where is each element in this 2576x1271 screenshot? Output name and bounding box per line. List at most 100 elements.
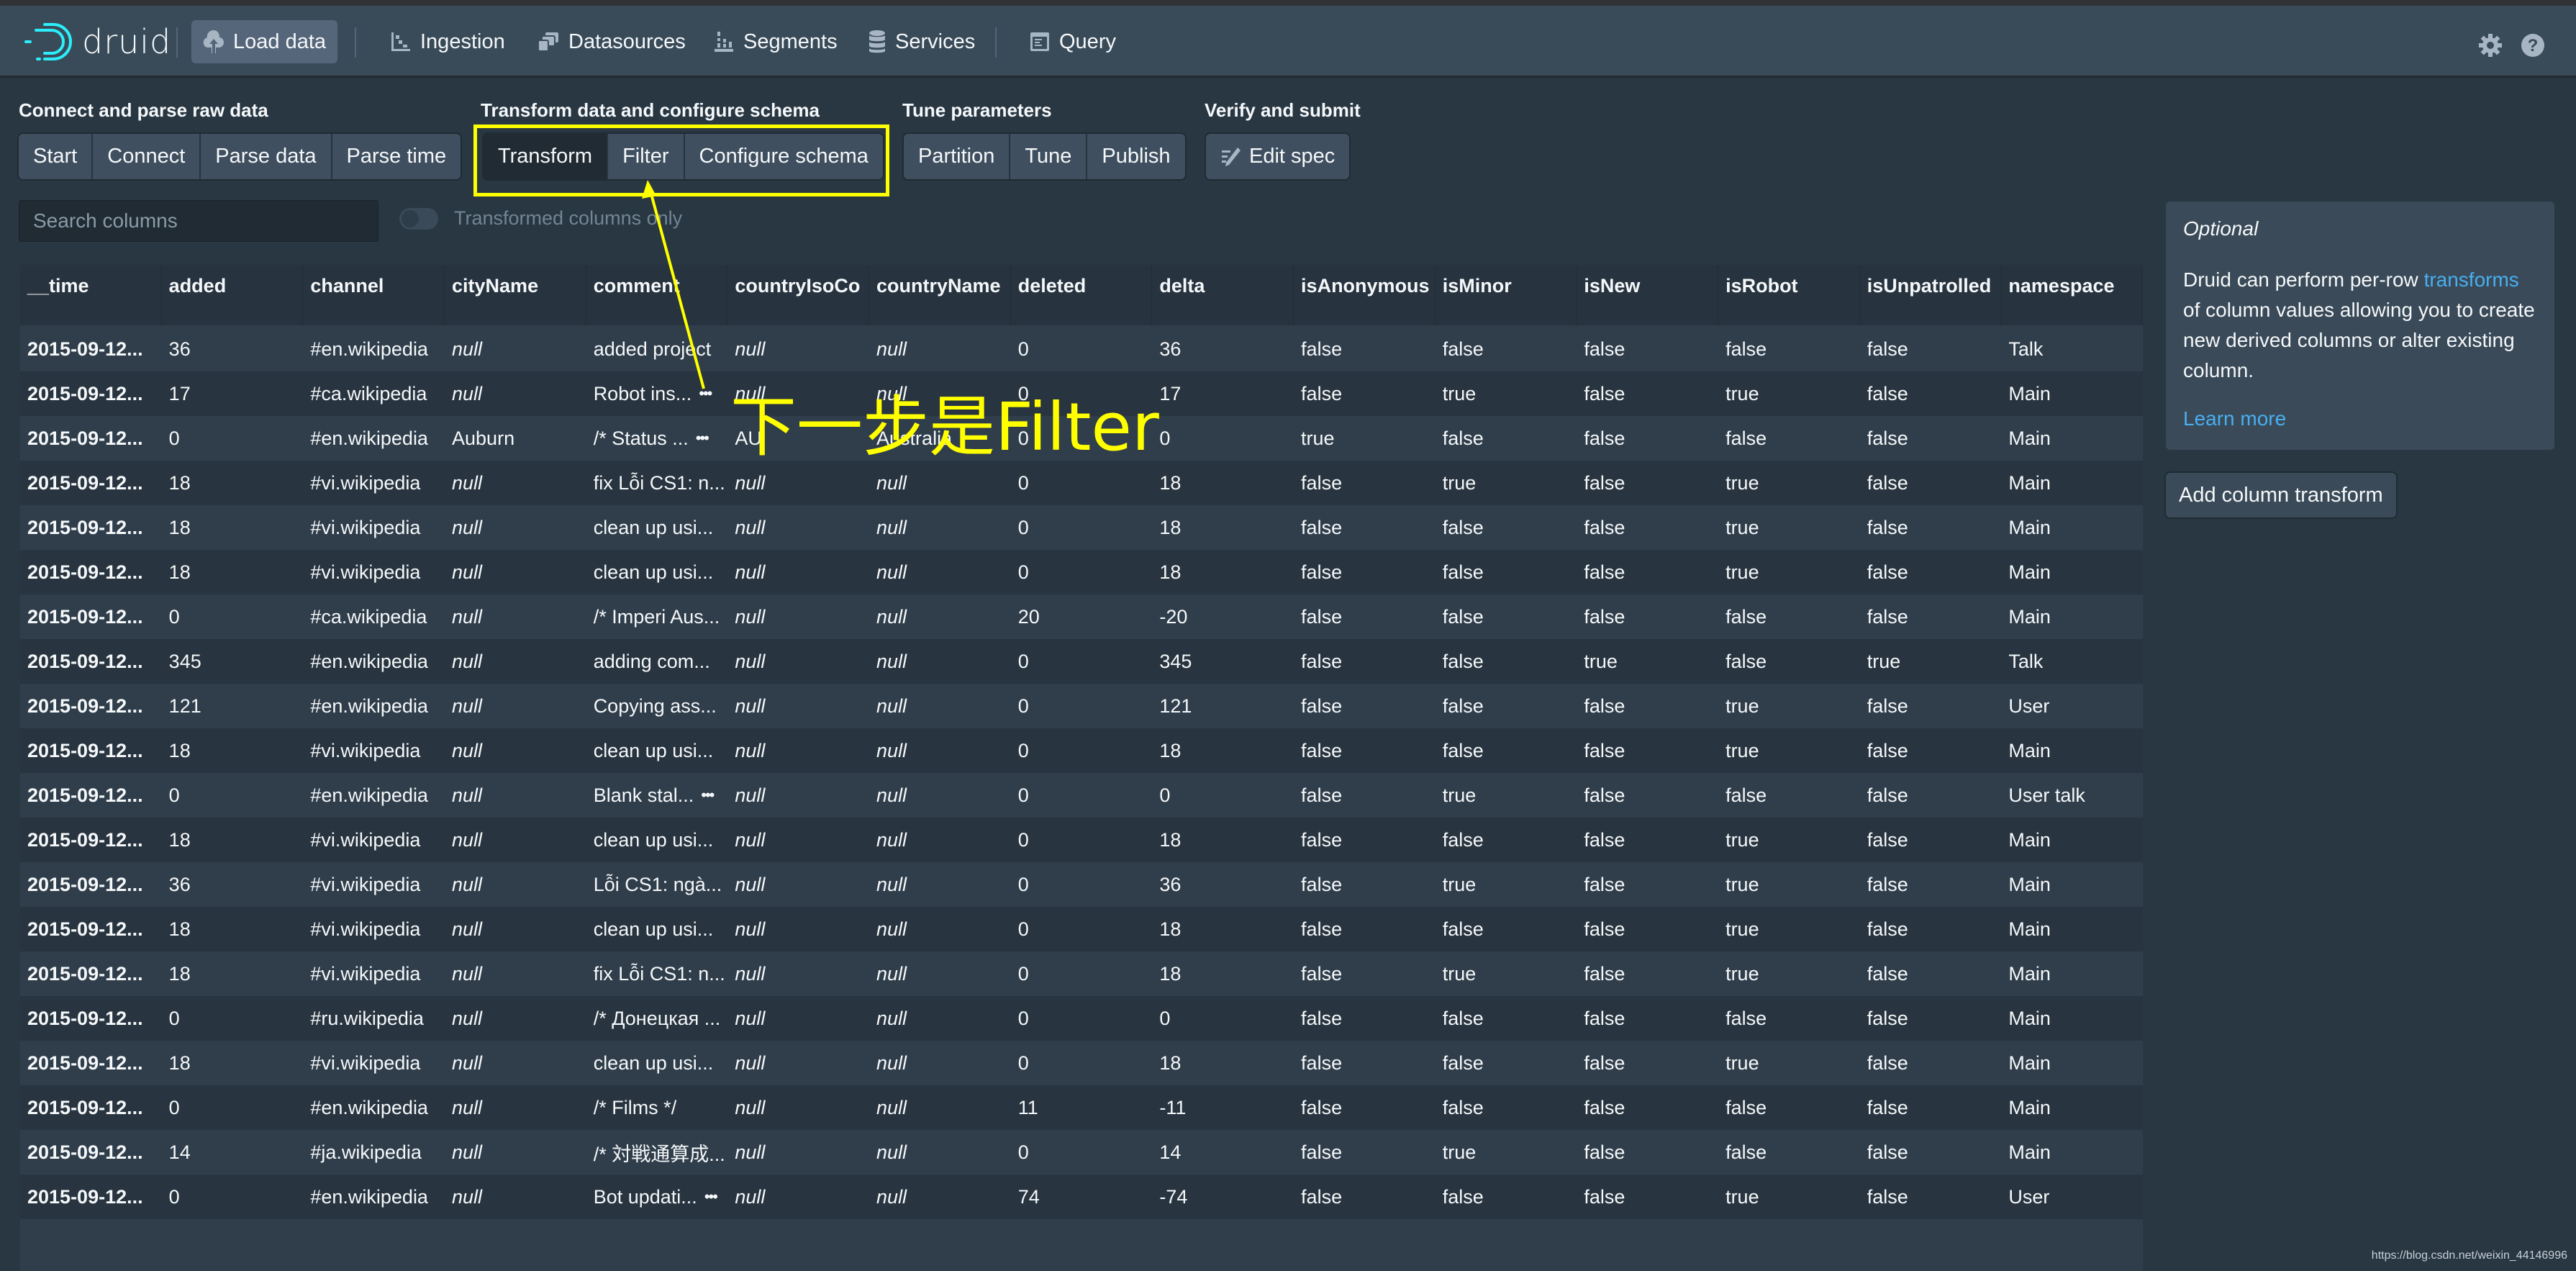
cell-value: null	[876, 471, 907, 494]
step-start-button[interactable]: Start	[19, 134, 94, 179]
cell-value: null	[452, 1051, 483, 1074]
cell-value: 74	[1017, 1185, 1040, 1208]
cell-time: 2015-09-12...	[20, 606, 162, 628]
column-header-isminor[interactable]: isMinor	[1436, 265, 1577, 325]
cell-value: false	[1584, 561, 1625, 583]
cell-value: 2015-09-12...	[27, 828, 143, 851]
cell-value: 2015-09-12...	[27, 382, 143, 404]
nav-ingestion[interactable]: Ingestion	[378, 20, 517, 63]
cell-countryname: null	[869, 472, 1011, 494]
more-icon[interactable]: •••	[696, 429, 709, 448]
step-edit-spec-button[interactable]: Edit spec	[1206, 134, 1350, 179]
step-publish-button[interactable]: Publish	[1087, 134, 1185, 179]
column-header-countryname[interactable]: countryName	[869, 265, 1011, 325]
cell-value: false	[1301, 471, 1343, 494]
cell-value: null	[876, 1051, 907, 1074]
druid-logo[interactable]: druid	[23, 22, 171, 62]
more-icon[interactable]: •••	[701, 786, 715, 805]
column-header-isrobot[interactable]: isRobot	[1718, 265, 1860, 325]
gantt-chart-icon	[391, 32, 410, 51]
cell-value: 18	[1159, 739, 1182, 761]
cell-value: Main	[2008, 1141, 2051, 1163]
cell-isrobot: true	[1718, 472, 1860, 494]
cell-value: added project	[593, 338, 712, 360]
cell-value: false	[1301, 918, 1343, 940]
add-column-transform-button[interactable]: Add column transform	[2166, 473, 2396, 517]
settings-button[interactable]	[2478, 33, 2503, 61]
column-header-isanonymous[interactable]: isAnonymous	[1294, 265, 1436, 325]
cell-value: false	[1584, 1096, 1625, 1118]
cell-isminor: false	[1436, 1186, 1577, 1208]
cell-value: 36	[168, 338, 191, 360]
cell-value: false	[1584, 1141, 1625, 1163]
more-icon[interactable]: •••	[699, 384, 712, 403]
cell-value: 17	[1159, 382, 1182, 404]
cell-value: Main	[2008, 605, 2051, 628]
cell-value: Main	[2008, 739, 2051, 761]
cell-value: 2015-09-12...	[27, 650, 143, 672]
cell-countryname: null	[869, 1097, 1011, 1119]
nav-datasources[interactable]: Datasources	[525, 20, 697, 63]
cell-value: null	[735, 1007, 766, 1029]
cell-value: false	[1301, 828, 1343, 851]
column-header-comment[interactable]: comment	[586, 265, 728, 325]
cell-isnew: false	[1577, 874, 1718, 896]
cell-value: 0	[1017, 1141, 1029, 1163]
cell-deleted: 0	[1011, 338, 1153, 361]
column-header-cityname[interactable]: cityName	[445, 265, 586, 325]
column-header-namespace[interactable]: namespace	[2001, 265, 2143, 325]
cell-value: false	[1725, 650, 1767, 672]
column-header-isunpatrolled[interactable]: isUnpatrolled	[1860, 265, 2002, 325]
search-columns-input[interactable]	[19, 200, 378, 242]
cell-isunpatrolled: false	[1860, 829, 2002, 851]
cell-deleted: 0	[1011, 517, 1153, 539]
cell-value: 0	[1017, 695, 1029, 717]
column-header-deleted[interactable]: deleted	[1011, 265, 1153, 325]
step-parse-data-button[interactable]: Parse data	[201, 134, 332, 179]
cell-value: null	[735, 828, 766, 851]
cell-isminor: false	[1436, 651, 1577, 673]
transforms-link[interactable]: transforms	[2424, 268, 2519, 291]
learn-more-link[interactable]: Learn more	[2183, 407, 2537, 430]
cell-time: 2015-09-12...	[20, 784, 162, 807]
cell-value: 18	[168, 962, 191, 985]
transformed-columns-toggle[interactable]: Transformed columns only	[399, 207, 682, 230]
cell-value: 0	[1017, 828, 1029, 851]
help-button[interactable]: ?	[2521, 33, 2545, 61]
cell-comment: clean up usi...	[586, 829, 728, 851]
nav-query[interactable]: Query	[1017, 20, 1128, 63]
step-partition-button[interactable]: Partition	[904, 134, 1011, 179]
cell-time: 2015-09-12...	[20, 740, 162, 762]
column-header-countryisocode[interactable]: countryIsoCo	[727, 265, 870, 325]
nav-services[interactable]: Services	[856, 20, 987, 63]
nav-divider	[995, 27, 997, 58]
cell-isrobot: false	[1718, 428, 1860, 450]
step-connect-button[interactable]: Connect	[93, 134, 201, 179]
cell-value: false	[1584, 918, 1625, 940]
cell-value: Bot updati...	[593, 1185, 697, 1208]
cell-value: Robot ins...	[593, 382, 692, 404]
nav-load-data[interactable]: Load data	[191, 20, 338, 63]
cell-namespace: Main	[2001, 1052, 2143, 1075]
cell-value: null	[735, 605, 766, 628]
cell-value: null	[876, 828, 907, 851]
cell-channel: #en.wikipedia	[303, 338, 445, 361]
cell-added: 14	[162, 1141, 304, 1164]
cell-countryisocode: null	[727, 740, 869, 762]
nav-segments[interactable]: Segments	[702, 20, 849, 63]
cell-value: 0	[1159, 427, 1171, 449]
column-header-time[interactable]: __time	[20, 265, 162, 325]
column-header-channel[interactable]: channel	[303, 265, 445, 325]
step-tune-button[interactable]: Tune	[1010, 134, 1088, 179]
column-header-delta[interactable]: delta	[1152, 265, 1294, 325]
cell-value: false	[1867, 427, 1908, 449]
cell-isminor: true	[1436, 472, 1577, 494]
more-icon[interactable]: •••	[704, 1188, 718, 1206]
column-header-added[interactable]: added	[162, 265, 304, 325]
cell-cityname: null	[445, 1141, 586, 1164]
cell-value: Main	[2008, 873, 2051, 895]
column-header-isnew[interactable]: isNew	[1577, 265, 1719, 325]
cell-added: 0	[162, 428, 304, 450]
step-parse-time-button[interactable]: Parse time	[332, 134, 461, 179]
toggle-switch[interactable]	[399, 207, 438, 230]
